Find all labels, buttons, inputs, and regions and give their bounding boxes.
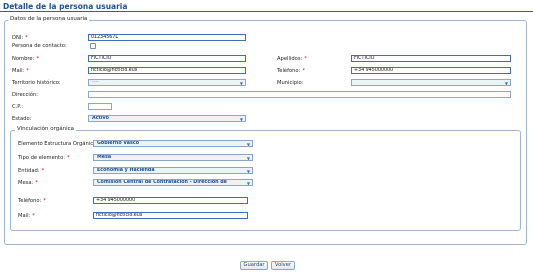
chevron-down-icon: ▼ <box>239 81 243 86</box>
required-mark: * <box>25 35 28 41</box>
chevron-down-icon: ▼ <box>504 81 508 86</box>
telefono-field[interactable]: +34 945000000 <box>351 67 511 74</box>
apellidos-field[interactable]: FICTICIO <box>351 55 511 62</box>
volver-button[interactable]: Volver <box>271 261 295 270</box>
chevron-down-icon: ▼ <box>246 181 250 186</box>
required-mark: * <box>67 155 70 161</box>
dni-label: DNI: * <box>12 35 28 41</box>
apellidos-label: Apellidos: * <box>277 56 307 62</box>
tipo-elemento-label: Tipo de elemento: * <box>18 155 70 161</box>
entidad-label: Entidad: * <box>18 168 45 174</box>
datos-persona-legend: Datos de la persona usuaria <box>8 16 90 22</box>
vinculacion-legend: Vinculación orgánica <box>15 126 77 132</box>
required-mark: * <box>41 168 45 174</box>
dni-field[interactable]: 01234567L <box>88 34 246 41</box>
title-divider <box>0 11 533 12</box>
required-mark: * <box>36 56 39 62</box>
municipio-label: Municipio: <box>277 80 304 86</box>
required-mark: * <box>304 56 307 62</box>
chevron-down-icon: ▼ <box>246 169 250 174</box>
vinculacion-mail-label: Mail: * <box>18 213 35 219</box>
required-mark: * <box>26 68 29 74</box>
nombre-label: Nombre: * <box>12 56 39 62</box>
chevron-down-icon: ▼ <box>246 156 250 161</box>
cp-label: C.P.: <box>12 104 23 110</box>
territorio-label: Territorio histórico: <box>12 80 61 86</box>
estado-label: Estado: <box>12 116 32 122</box>
vinculacion-telefono-field[interactable]: +34 945000000 <box>93 197 248 204</box>
territorio-select[interactable]: ---- ▼ <box>88 79 246 86</box>
telefono-label: Teléfono: * <box>277 68 305 74</box>
estado-select[interactable]: Activo ▼ <box>88 115 246 122</box>
required-mark: * <box>35 180 38 186</box>
entidad-select[interactable]: Economía y Hacienda ▼ <box>93 167 253 174</box>
cp-field[interactable] <box>88 103 112 110</box>
required-mark: * <box>43 198 46 204</box>
required-mark: * <box>302 68 305 74</box>
nombre-field[interactable]: FICTICIO <box>88 55 246 62</box>
page-title: Detalle de la persona usuaria <box>3 2 128 11</box>
municipio-select[interactable]: ▼ <box>351 79 511 86</box>
elemento-estructura-select[interactable]: Gobierno Vasco ▼ <box>93 140 253 147</box>
mesa-label: Mesa: * <box>18 180 38 186</box>
direccion-label: Dirección: <box>12 92 39 98</box>
mail-field[interactable]: ficticio@ficticio.eus <box>88 67 246 74</box>
mail-label: Mail: * <box>12 68 29 74</box>
elemento-estructura-label: Elemento Estructura Orgánica:* <box>18 141 103 147</box>
tipo-elemento-select[interactable]: Mesa ▼ <box>93 154 253 161</box>
direccion-field[interactable] <box>88 91 511 98</box>
required-mark: * <box>32 213 35 219</box>
mesa-select[interactable]: Comisión Central de Contratación - Direc… <box>93 179 253 186</box>
contacto-label: Persona de contacto: <box>12 43 67 49</box>
vinculacion-telefono-label: Teléfono: * <box>18 198 46 204</box>
contacto-checkbox[interactable] <box>90 43 96 49</box>
vinculacion-mail-field[interactable]: ficticio@ficticio.eus <box>93 212 248 219</box>
chevron-down-icon: ▼ <box>239 117 243 122</box>
chevron-down-icon: ▼ <box>246 142 250 147</box>
guardar-button[interactable]: Guardar <box>240 261 268 270</box>
